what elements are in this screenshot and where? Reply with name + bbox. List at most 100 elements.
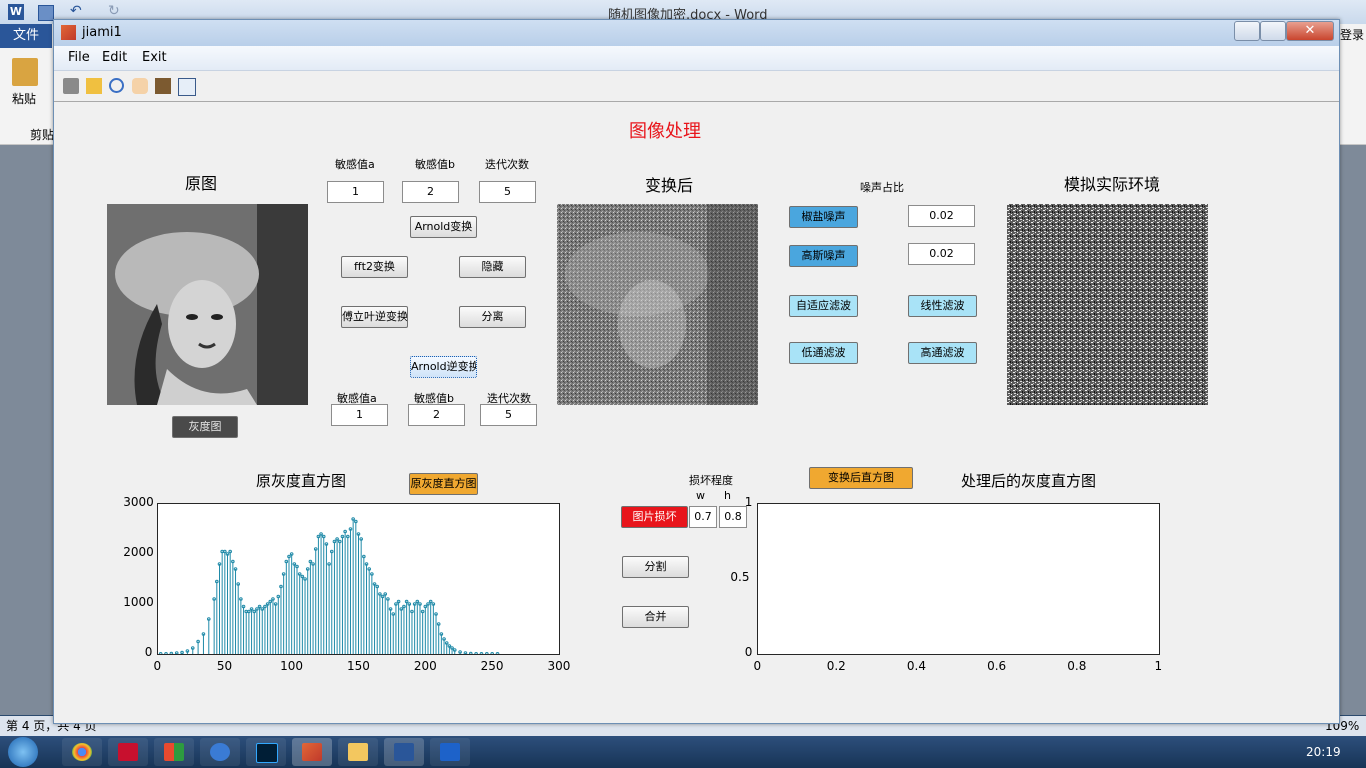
system-clock[interactable]: 20:19 (1306, 745, 1341, 759)
menu-edit[interactable]: Edit (102, 50, 127, 65)
y-tick-label: 1000 (123, 595, 154, 609)
figure-window: jiami1 ✕ File Edit Exit 图像处理 原图 灰度图 敏感值a… (53, 19, 1340, 724)
save-icon[interactable] (38, 5, 54, 21)
start-button[interactable] (8, 737, 38, 767)
inverse-param-b-input[interactable]: 2 (408, 404, 465, 426)
taskbar-word[interactable] (384, 738, 424, 766)
linear-filter-button[interactable]: 线性滤波 (908, 295, 977, 317)
inverse-iteration-input[interactable]: 5 (480, 404, 537, 426)
sigma-icon (440, 743, 460, 761)
figure-title-bar: jiami1 ✕ (54, 20, 1339, 46)
salt-pepper-noise-button[interactable]: 椒盐噪声 (789, 206, 858, 228)
adaptive-filter-button[interactable]: 自适应滤波 (789, 295, 858, 317)
original-image-title: 原图 (185, 174, 218, 193)
merge-button[interactable]: 合并 (622, 606, 689, 628)
transformed-image (557, 204, 758, 405)
undo-icon[interactable]: ↶ (70, 3, 82, 19)
network-icon (210, 743, 230, 761)
paste-label[interactable]: 粘贴 (12, 90, 36, 107)
y-tick-label: 0.5 (730, 570, 750, 584)
taskbar-acrobat[interactable] (108, 738, 148, 766)
arnold-transform-button[interactable]: Arnold变换 (410, 216, 477, 238)
damage-width-label: w (696, 489, 705, 502)
separate-button[interactable]: 分离 (459, 306, 526, 328)
office-icon (164, 743, 184, 761)
salt-pepper-ratio-input[interactable]: 0.02 (908, 205, 975, 227)
param-a-input[interactable]: 1 (327, 181, 384, 203)
split-button[interactable]: 分割 (622, 556, 689, 578)
taskbar-matlab[interactable] (292, 738, 332, 766)
transformed-histogram-button[interactable]: 变换后直方图 (809, 467, 913, 489)
maximize-button[interactable] (1260, 21, 1286, 41)
redo-icon[interactable]: ↻ (108, 3, 120, 19)
chrome-icon (72, 743, 92, 761)
taskbar-network[interactable] (200, 738, 240, 766)
login-link[interactable]: 登录 (1340, 26, 1364, 43)
damage-width-input[interactable]: 0.7 (689, 506, 717, 528)
x-tick-label: 150 (347, 659, 370, 673)
original-image-illustration (107, 204, 308, 405)
processed-histogram-title: 处理后的灰度直方图 (961, 472, 1097, 490)
gaussian-noise-button[interactable]: 高斯噪声 (789, 245, 858, 267)
word-file-tab[interactable]: 文件 (0, 24, 52, 48)
taskbar-office[interactable] (154, 738, 194, 766)
param-a-label: 敏感值a (335, 158, 375, 171)
param-b-input[interactable]: 2 (402, 181, 459, 203)
inverse-fourier-button[interactable]: 傅立叶逆变换 (341, 306, 408, 328)
x-tick-label: 100 (280, 659, 304, 673)
fft2-button[interactable]: fft2变换 (341, 256, 408, 278)
clipboard-group-label: 剪贴 (30, 128, 55, 142)
word-icon (394, 743, 414, 761)
pan-hand-icon[interactable] (132, 78, 148, 94)
x-tick-label: 300 (547, 659, 571, 673)
iteration-input[interactable]: 5 (479, 181, 536, 203)
matlab-icon (302, 743, 322, 761)
taskbar-photoshop[interactable] (246, 738, 286, 766)
original-histogram-button[interactable]: 原灰度直方图 (409, 473, 478, 495)
figure-title: jiami1 (82, 25, 122, 40)
x-tick-label: 0 (753, 659, 762, 673)
simulated-environment-title: 模拟实际环境 (1064, 175, 1161, 194)
close-button[interactable]: ✕ (1286, 21, 1334, 41)
x-tick-label: 200 (413, 659, 437, 673)
lowpass-filter-button[interactable]: 低通滤波 (789, 342, 858, 364)
original-histogram-title: 原灰度直方图 (256, 472, 347, 490)
taskbar-chrome[interactable] (62, 738, 102, 766)
x-tick-label: 0.2 (826, 659, 846, 673)
property-editor-icon[interactable] (178, 78, 196, 96)
inverse-param-a-input[interactable]: 1 (331, 404, 388, 426)
main-title: 图像处理 (629, 121, 701, 142)
paste-icon[interactable] (12, 58, 38, 86)
x-tick-label: 0.4 (906, 659, 926, 673)
transformed-image-illustration (557, 204, 758, 405)
matlab-window-icon (61, 25, 76, 40)
hide-button[interactable]: 隐藏 (459, 256, 526, 278)
damage-height-input[interactable]: 0.8 (719, 506, 747, 528)
y-tick-label: 1 (744, 495, 753, 509)
arnold-inverse-button[interactable]: Arnold逆变换 (410, 356, 477, 378)
menu-exit[interactable]: Exit (142, 50, 167, 65)
open-folder-icon[interactable] (86, 78, 102, 94)
acrobat-icon (118, 743, 138, 761)
gaussian-ratio-input[interactable]: 0.02 (908, 243, 975, 265)
x-tick-label: 0 (153, 659, 162, 673)
zoom-in-icon[interactable] (109, 78, 124, 93)
figure-menubar: File Edit Exit (54, 46, 1339, 71)
original-image (107, 204, 308, 405)
original-histogram-plot (158, 517, 500, 656)
x-tick-label: 0.8 (1067, 659, 1087, 673)
taskbar-mathtype[interactable] (430, 738, 470, 766)
y-tick-label: 3000 (123, 495, 154, 509)
print-icon[interactable] (63, 78, 79, 94)
highpass-filter-button[interactable]: 高通滤波 (908, 342, 977, 364)
data-cursor-icon[interactable] (155, 78, 171, 94)
menu-file[interactable]: File (68, 50, 90, 65)
folder-icon (348, 743, 368, 761)
taskbar-explorer[interactable] (338, 738, 378, 766)
transformed-image-title: 变换后 (645, 176, 694, 195)
minimize-button[interactable] (1234, 21, 1260, 41)
grayscale-button[interactable]: 灰度图 (172, 416, 238, 438)
image-damage-button[interactable]: 图片损坏 (621, 506, 688, 528)
x-tick-label: 0.6 (987, 659, 1007, 673)
x-tick-label: 1 (1154, 659, 1163, 673)
